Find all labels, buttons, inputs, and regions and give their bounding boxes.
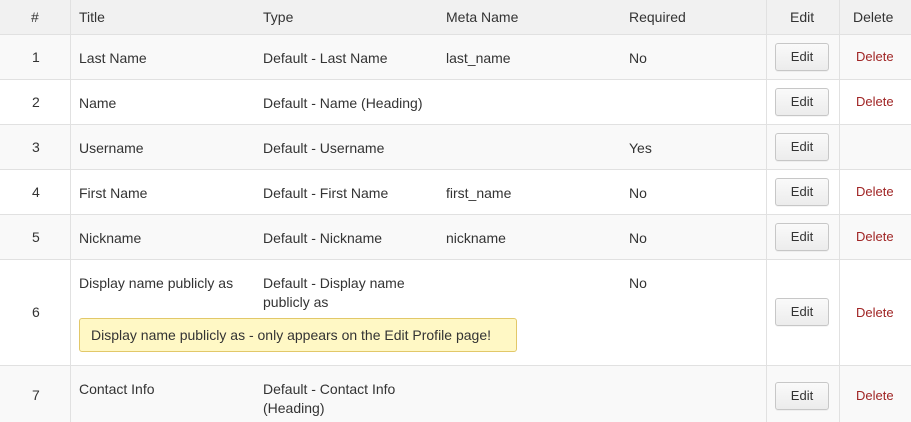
row-type: Default - Username: [263, 140, 385, 156]
row-title: Last Name: [79, 50, 147, 66]
row-num: 4: [32, 184, 40, 200]
edit-button[interactable]: Edit: [775, 223, 829, 251]
table-row: 1 Last Name Default - Last Name last_nam…: [0, 35, 911, 80]
row-title: Nickname: [79, 230, 142, 246]
header-delete: Delete: [853, 9, 894, 25]
row-num: 7: [32, 387, 40, 403]
header-type[interactable]: Type: [263, 9, 293, 26]
row-type-line1: Default - Display name: [263, 275, 405, 291]
row-meta-name: last_name: [446, 50, 511, 66]
table-row: 3 Username Default - Username Yes Edit: [0, 125, 911, 170]
notice-box: Display name publicly as - only appears …: [79, 318, 517, 352]
table-row: 5 Nickname Default - Nickname nickname N…: [0, 215, 911, 260]
header-meta-name[interactable]: Meta Name: [446, 9, 518, 26]
row-type: Default - First Name: [263, 185, 389, 201]
row-type-line1: Default - Contact Info: [263, 381, 396, 397]
delete-link[interactable]: Delete: [856, 304, 894, 321]
fields-table: # Title Type Meta Name Required Edit Del…: [0, 0, 911, 422]
header-num: #: [31, 9, 39, 25]
row-type: Default - Last Name: [263, 50, 388, 66]
delete-link[interactable]: Delete: [856, 93, 894, 110]
row-required: No: [629, 275, 647, 291]
delete-link[interactable]: Delete: [856, 387, 894, 404]
column-divider: [70, 0, 71, 422]
table-header: # Title Type Meta Name Required Edit Del…: [0, 0, 911, 35]
edit-button[interactable]: Edit: [775, 43, 829, 71]
row-type-line2: (Heading): [263, 400, 325, 416]
edit-button[interactable]: Edit: [775, 298, 829, 326]
row-required: No: [629, 50, 647, 66]
header-required[interactable]: Required: [629, 9, 686, 26]
row-title: First Name: [79, 185, 148, 201]
edit-button[interactable]: Edit: [775, 178, 829, 206]
row-title: Username: [79, 140, 144, 156]
column-divider: [839, 0, 840, 422]
row-meta-name: nickname: [446, 230, 506, 246]
edit-button[interactable]: Edit: [775, 88, 829, 116]
column-divider: [766, 0, 767, 422]
row-type: Default - Name (Heading): [263, 95, 423, 111]
row-num: 6: [32, 304, 40, 320]
table-row: 7 Contact Info Default - Contact Info (H…: [0, 366, 911, 422]
row-required: No: [629, 230, 647, 246]
table-row: 6 Display name publicly as Default - Dis…: [0, 260, 911, 366]
row-num: 1: [32, 49, 40, 65]
edit-button[interactable]: Edit: [775, 382, 829, 410]
row-required: No: [629, 185, 647, 201]
row-meta-name: first_name: [446, 185, 512, 201]
row-num: 5: [32, 229, 40, 245]
edit-button[interactable]: Edit: [775, 133, 829, 161]
row-title: Name: [79, 95, 117, 111]
table-row: 4 First Name Default - First Name first_…: [0, 170, 911, 215]
row-title: Contact Info: [79, 381, 155, 397]
table-row: 2 Name Default - Name (Heading) Edit Del…: [0, 80, 911, 125]
row-type: Default - Nickname: [263, 230, 383, 246]
row-required: Yes: [629, 140, 652, 156]
header-edit: Edit: [790, 9, 815, 25]
row-type-line2: publicly as: [263, 294, 329, 310]
delete-link[interactable]: Delete: [856, 228, 894, 245]
row-title: Display name publicly as: [79, 275, 234, 291]
row-num: 3: [32, 139, 40, 155]
delete-link[interactable]: Delete: [856, 183, 894, 200]
header-title[interactable]: Title: [79, 9, 105, 26]
delete-link[interactable]: Delete: [856, 48, 894, 65]
row-num: 2: [32, 94, 40, 110]
